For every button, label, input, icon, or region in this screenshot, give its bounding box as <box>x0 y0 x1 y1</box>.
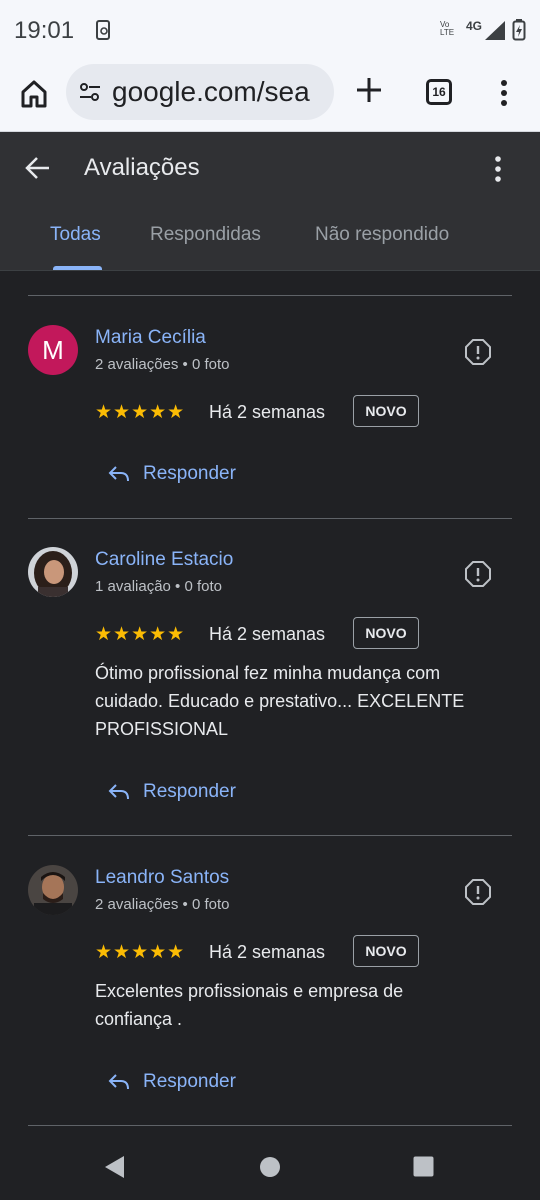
review-text-line: Ótimo profissional fez minha mudança com <box>95 663 441 683</box>
review-text: Excelentes profissionais e empresa de co… <box>95 977 505 1033</box>
divider <box>28 835 512 836</box>
star-rating: ★★★★★ <box>95 402 186 423</box>
report-icon[interactable] <box>465 561 491 587</box>
reviewer-name[interactable]: Caroline Estacio <box>95 549 233 571</box>
new-badge: NOVO <box>353 617 419 649</box>
reply-icon <box>108 784 129 800</box>
more-options-icon[interactable] <box>494 156 502 182</box>
site-settings-icon[interactable] <box>78 80 102 104</box>
review-time: Há 2 semanas <box>209 402 326 422</box>
reply-label: Responder <box>143 781 236 802</box>
new-tab-icon[interactable] <box>354 75 384 105</box>
nav-recents-icon[interactable] <box>413 1156 434 1177</box>
volte-icon: Vo LTE <box>440 20 455 37</box>
reviewer-name[interactable]: Maria Cecília <box>95 327 206 349</box>
active-tab-indicator <box>53 266 102 270</box>
nav-back-icon[interactable] <box>104 1155 126 1179</box>
tab-respondidas[interactable]: Respondidas <box>150 224 261 246</box>
signal-icon <box>485 21 505 40</box>
browser-menu-icon[interactable] <box>500 80 508 106</box>
review-text-line: Excelentes profissionais e empresa de <box>95 981 404 1001</box>
review-text-line: cuidado. Educado e prestativo... EXCELEN… <box>95 691 465 711</box>
page-title: Avaliações <box>84 154 200 181</box>
reply-label: Responder <box>143 1071 236 1092</box>
review-time: Há 2 semanas <box>209 624 326 644</box>
system-nav-bar <box>0 1132 540 1200</box>
avatar[interactable]: M <box>28 325 78 375</box>
reviewer-name[interactable]: Leandro Santos <box>95 867 229 889</box>
reviewer-meta: 2 avaliações • 0 foto <box>95 356 230 373</box>
star-rating: ★★★★★ <box>95 942 186 963</box>
network-type-label: 4G <box>466 19 483 33</box>
avatar[interactable] <box>28 547 78 597</box>
address-bar[interactable]: google.com/sea <box>66 64 334 120</box>
browser-toolbar: google.com/sea 16 <box>0 62 540 132</box>
status-bar: 19:01 Vo LTE 4G <box>0 0 540 62</box>
new-badge: NOVO <box>353 395 419 427</box>
reply-icon <box>108 466 129 482</box>
divider <box>28 1125 512 1126</box>
divider <box>28 295 512 296</box>
phone-sync-icon <box>96 20 110 40</box>
divider <box>28 518 512 519</box>
reviews-header: Avaliações Todas Respondidas Não respond… <box>0 132 540 271</box>
tab-nao-respondido[interactable]: Não respondido <box>315 224 449 246</box>
review-time: Há 2 semanas <box>209 942 326 962</box>
review-text: Ótimo profissional fez minha mudança com… <box>95 659 505 743</box>
tab-todas[interactable]: Todas <box>50 224 101 246</box>
report-icon[interactable] <box>465 339 491 365</box>
nav-home-icon[interactable] <box>259 1156 281 1178</box>
reviewer-meta: 2 avaliações • 0 foto <box>95 896 230 913</box>
home-icon[interactable] <box>18 78 50 110</box>
review-text-line: confiança . <box>95 1009 183 1029</box>
star-rating: ★★★★★ <box>95 624 186 645</box>
url-text[interactable]: google.com/sea <box>112 76 310 108</box>
tab-switcher-button[interactable]: 16 <box>426 79 452 105</box>
avatar[interactable] <box>28 865 78 915</box>
status-time: 19:01 <box>14 17 75 44</box>
reply-label: Responder <box>143 463 236 484</box>
reviewer-meta: 1 avaliação • 0 foto <box>95 578 223 595</box>
review-text-line: PROFISSIONAL <box>95 719 229 739</box>
back-arrow-icon[interactable] <box>24 154 52 182</box>
reply-icon <box>108 1074 129 1090</box>
new-badge: NOVO <box>353 935 419 967</box>
report-icon[interactable] <box>465 879 491 905</box>
battery-charging-icon <box>512 19 526 41</box>
